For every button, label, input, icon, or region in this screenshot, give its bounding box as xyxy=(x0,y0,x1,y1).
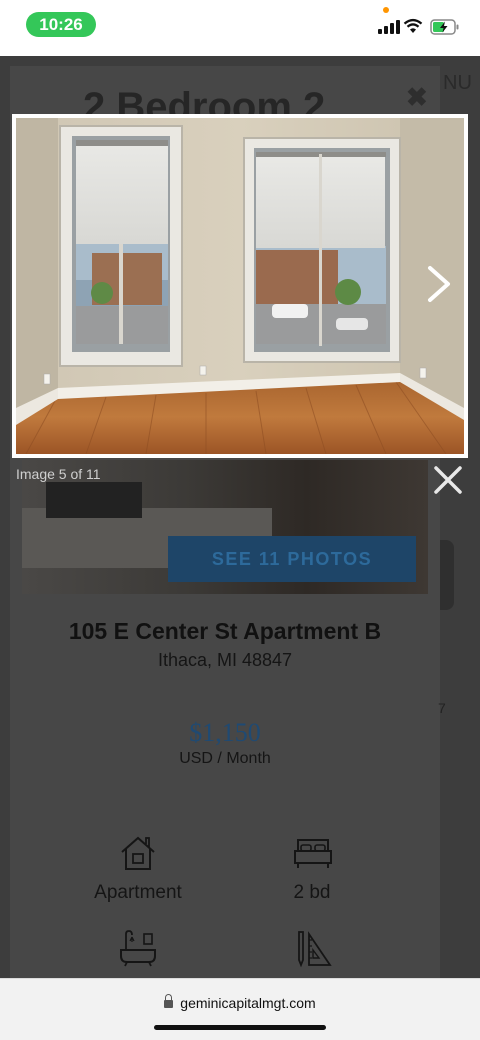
ruler-pencil-icon xyxy=(298,931,332,968)
url-text: geminicapitalmgt.com xyxy=(180,995,316,1011)
price-period: USD / Month xyxy=(179,750,271,767)
status-time: 10:26 xyxy=(26,12,96,37)
lock-icon xyxy=(164,994,174,1008)
url-display[interactable]: geminicapitalmgt.com xyxy=(0,994,480,1011)
listing-address: 105 E Center St Apartment B xyxy=(68,618,382,644)
listing-city: Ithaca, MI 48847 xyxy=(157,650,293,670)
browser-url-bar[interactable]: geminicapitalmgt.com xyxy=(0,978,480,1040)
feature-type-label: Apartment xyxy=(94,882,182,903)
photo-lightbox xyxy=(12,114,468,458)
battery-charging-icon xyxy=(430,19,459,35)
modal-close-icon: ✖ xyxy=(406,82,428,112)
next-image-chevron-icon[interactable] xyxy=(418,264,458,304)
listing-price: $1,150 xyxy=(189,718,261,747)
bathtub-icon xyxy=(120,930,156,967)
lightbox-close-icon[interactable] xyxy=(430,462,466,498)
bed-icon xyxy=(294,839,332,868)
privacy-indicator-dot xyxy=(383,7,389,13)
menu-label-partial: NU xyxy=(443,72,472,94)
feature-beds-label: 2 bd xyxy=(293,882,331,903)
side-panel-edge xyxy=(440,540,454,610)
stove-shape xyxy=(46,482,142,518)
wifi-icon xyxy=(403,18,423,33)
lightbox-photo-image xyxy=(16,118,464,454)
house-icon xyxy=(121,836,155,870)
home-indicator xyxy=(154,1025,326,1030)
status-bar: 10:26 xyxy=(0,0,480,56)
image-counter: Image 5 of 11 xyxy=(16,466,101,482)
see-photos-button: SEE 11 PHOTOS xyxy=(168,536,416,582)
cellular-signal-icon xyxy=(378,20,400,34)
side-text: 7 xyxy=(438,700,446,716)
